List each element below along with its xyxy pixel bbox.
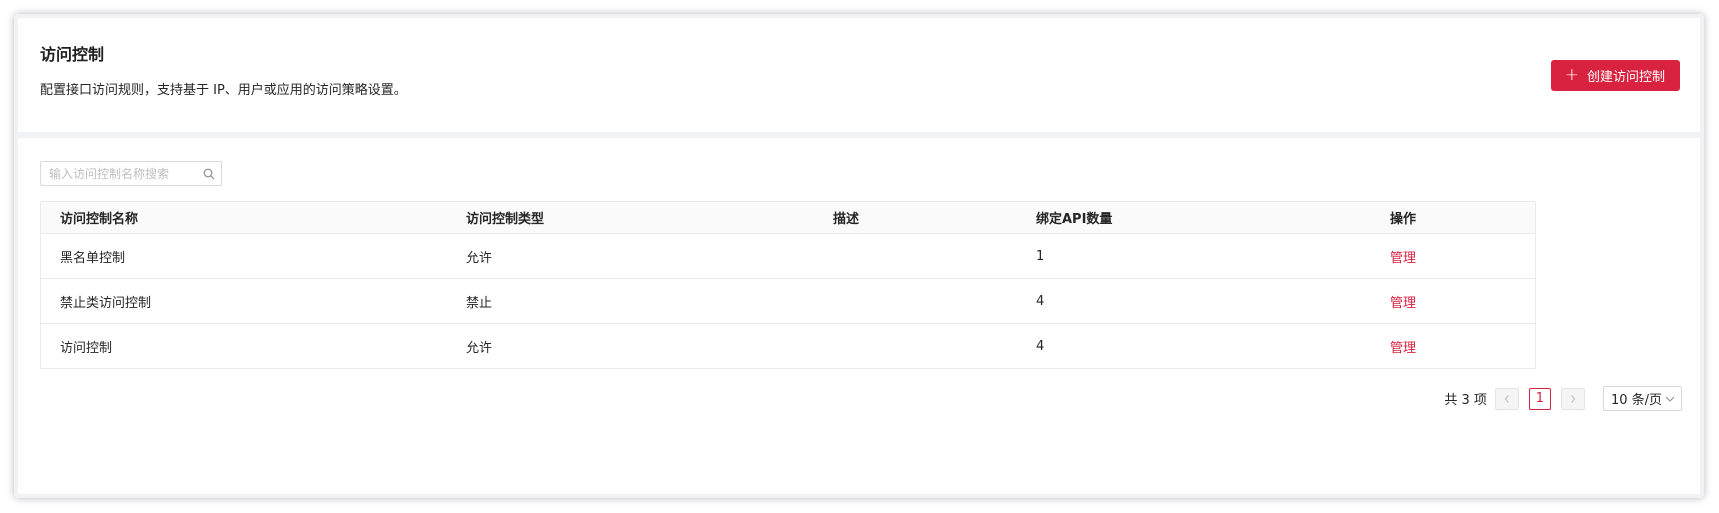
column-header-action: 操作 — [1390, 212, 1417, 227]
pagination: 共 3 项 1 10 条/页 — [1444, 386, 1682, 411]
main-card: 访问控制名称 访问控制类型 描述 绑定API数量 操作 黑名单控制 允许 1 管… — [18, 138, 1700, 494]
access-control-table: 访问控制名称 访问控制类型 描述 绑定API数量 操作 黑名单控制 允许 1 管… — [40, 201, 1536, 369]
page-description: 配置接口访问规则，支持基于 IP、用户或应用的访问策略设置。 — [40, 83, 407, 98]
table-row: 黑名单控制 允许 1 管理 — [41, 234, 1535, 279]
column-header-description: 描述 — [833, 212, 860, 227]
manage-link[interactable]: 管理 — [1390, 251, 1416, 266]
plus-icon: + — [1564, 65, 1579, 85]
manage-link[interactable]: 管理 — [1390, 296, 1416, 311]
page-size-select[interactable]: 10 条/页 — [1602, 386, 1682, 411]
cell-type: 允许 — [466, 250, 493, 266]
cell-api-count: 1 — [1036, 248, 1045, 264]
pagination-total: 共 3 项 — [1444, 393, 1487, 408]
table-header-row: 访问控制名称 访问控制类型 描述 绑定API数量 操作 — [41, 202, 1535, 234]
search-icon[interactable] — [203, 168, 215, 180]
cell-name: 访问控制 — [60, 340, 113, 356]
create-button-label: 创建访问控制 — [1586, 70, 1665, 85]
prev-page-button[interactable] — [1494, 387, 1519, 410]
cell-api-count: 4 — [1036, 338, 1045, 354]
header-card: 访问控制 配置接口访问规则，支持基于 IP、用户或应用的访问策略设置。 + 创建… — [18, 18, 1700, 132]
column-header-name: 访问控制名称 — [60, 212, 139, 227]
chevron-left-icon — [1504, 394, 1509, 403]
create-access-control-button[interactable]: + 创建访问控制 — [1550, 60, 1680, 91]
chevron-down-icon — [1665, 396, 1675, 402]
cell-type: 允许 — [466, 340, 493, 356]
page-size-label: 10 条/页 — [1610, 393, 1662, 408]
search-box[interactable] — [40, 161, 222, 186]
column-header-type: 访问控制类型 — [466, 212, 545, 227]
cell-type: 禁止 — [466, 295, 493, 311]
cell-api-count: 4 — [1036, 293, 1045, 309]
table-row: 访问控制 允许 4 管理 — [41, 324, 1535, 369]
page-number-button[interactable]: 1 — [1528, 387, 1551, 410]
table-row: 禁止类访问控制 禁止 4 管理 — [41, 279, 1535, 324]
app-frame: 访问控制 配置接口访问规则，支持基于 IP、用户或应用的访问策略设置。 + 创建… — [14, 14, 1704, 498]
chevron-right-icon — [1571, 394, 1576, 403]
search-input[interactable] — [49, 166, 197, 181]
column-header-api-count: 绑定API数量 — [1036, 212, 1113, 227]
cell-name: 黑名单控制 — [60, 250, 126, 266]
next-page-button[interactable] — [1560, 387, 1585, 410]
page-title: 访问控制 — [40, 45, 105, 64]
cell-name: 禁止类访问控制 — [60, 295, 152, 311]
manage-link[interactable]: 管理 — [1390, 341, 1416, 356]
